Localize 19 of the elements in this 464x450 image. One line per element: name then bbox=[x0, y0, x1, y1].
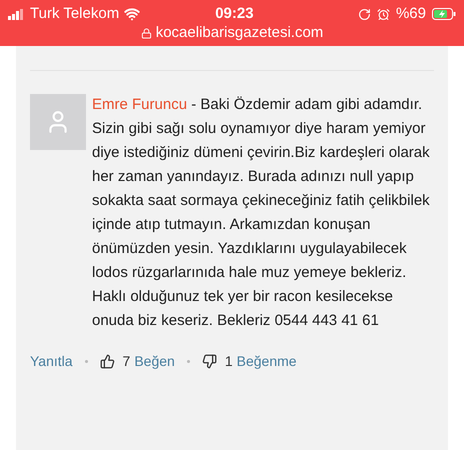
like-link[interactable]: Beğen bbox=[134, 351, 175, 372]
battery-icon bbox=[432, 8, 456, 20]
battery-percent: %69 bbox=[396, 4, 426, 24]
wifi-icon bbox=[124, 6, 140, 22]
comment-text: Emre Furuncu - Baki Özdemir adam gibi adamdır. Sizin gibi sağı solu oynamıyor diye haram yemiyor diye istediğiniz dümeni çevirin.Biz kardeşleri olarak her zaman yanındayız. Burada adınızı null yapıp sokakta saat sormaya çekineceğiniz fatih çelikbilek içinde atıp tutmayın. Arkamızdan konuşan önümüzden yesin. Yazdıklarını uygulayabilecek lodos rüzgarlarınıda hale muz yemeye bekleriz. Haklı olduğunuz tek yer bir racon kesilecekse onuda biz keseriz. Bekleriz 0544 443 41 61 bbox=[92, 95, 431, 331]
dislike-count: 1 bbox=[224, 352, 233, 371]
lock-icon bbox=[140, 28, 152, 38]
thumbs-down-icon[interactable] bbox=[202, 354, 217, 369]
dislike-link[interactable]: Beğenme bbox=[236, 351, 297, 372]
page-url: kocaelibarisgazetesi.com bbox=[156, 22, 324, 43]
thumbs-up-icon[interactable] bbox=[100, 354, 115, 369]
rotation-lock-icon bbox=[358, 8, 371, 20]
carrier-name: Turk Telekom bbox=[30, 4, 120, 24]
alarm-icon bbox=[376, 8, 390, 20]
like-count: 7 bbox=[122, 352, 130, 371]
author-link[interactable]: Emre Furuncu bbox=[92, 96, 188, 113]
signal-icon bbox=[8, 8, 24, 20]
reply-link[interactable]: Yanıtla bbox=[30, 351, 73, 372]
clock-time: 09:23 bbox=[215, 4, 254, 24]
